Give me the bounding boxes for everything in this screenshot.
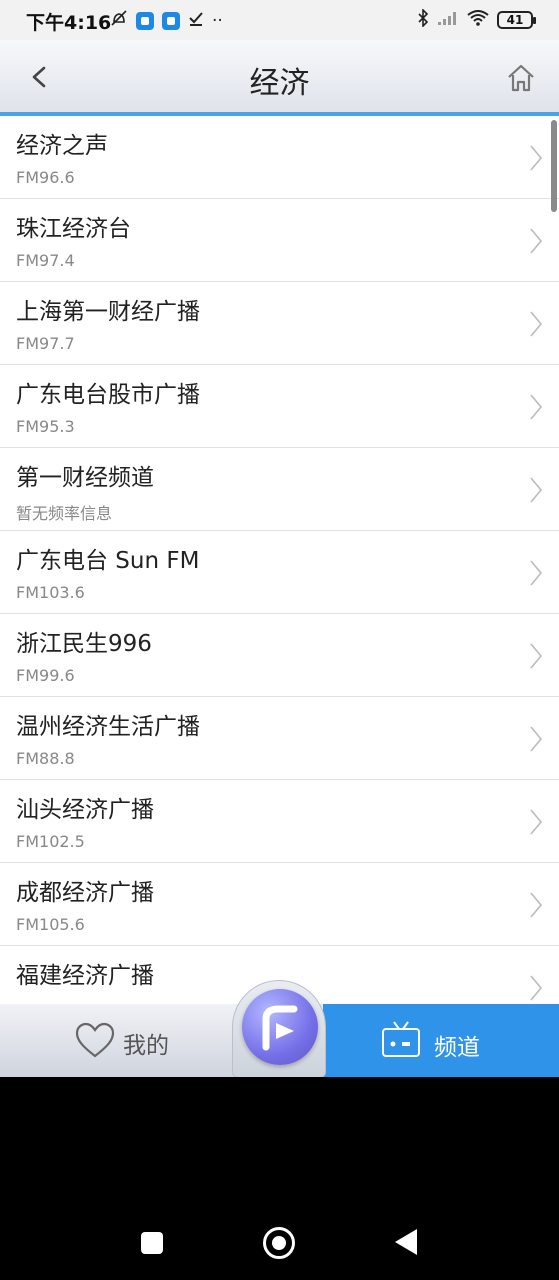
chevron-right-icon xyxy=(530,394,543,420)
status-notification-icons: ·· xyxy=(110,9,223,32)
app-notification-icon xyxy=(162,11,180,30)
station-row[interactable]: 第一财经频道 暂无频率信息 xyxy=(0,448,559,531)
station-name: 汕头经济广播 xyxy=(16,797,154,823)
tab-mine[interactable] xyxy=(0,1004,236,1077)
station-name: 浙江民生996 xyxy=(16,631,152,657)
muted-bell-icon xyxy=(110,9,128,32)
chevron-right-icon xyxy=(530,643,543,669)
tab-channel-label: 频道 xyxy=(434,1035,480,1061)
station-frequency: FM105.6 xyxy=(16,915,85,934)
chevron-right-icon xyxy=(530,477,543,503)
chevron-right-icon xyxy=(530,892,543,918)
radio-icon xyxy=(382,1021,420,1057)
station-name: 广东电台股市广播 xyxy=(16,382,200,408)
station-row[interactable]: 浙江民生996 FM99.6 xyxy=(0,614,559,697)
scrollbar[interactable] xyxy=(551,120,557,212)
wifi-icon xyxy=(467,10,489,30)
station-name: 经济之声 xyxy=(16,133,108,159)
home-button[interactable] xyxy=(505,62,537,94)
station-row[interactable]: 汕头经济广播 FM102.5 xyxy=(0,780,559,863)
bluetooth-icon xyxy=(417,8,429,31)
station-name: 广东电台 Sun FM xyxy=(16,548,200,574)
app-header: 经济 xyxy=(0,40,559,116)
station-frequency: FM97.4 xyxy=(16,251,75,270)
station-row[interactable]: 上海第一财经广播 FM97.7 xyxy=(0,282,559,365)
app-notification-icon xyxy=(136,11,154,30)
station-frequency: 暂无频率信息 xyxy=(16,504,113,523)
station-name: 成都经济广播 xyxy=(16,880,154,906)
chevron-right-icon xyxy=(530,809,543,835)
station-name: 上海第一财经广播 xyxy=(16,299,200,325)
station-name: 温州经济生活广播 xyxy=(16,714,200,740)
station-frequency: FM99.6 xyxy=(16,666,75,685)
page-title: 经济 xyxy=(249,66,310,101)
station-frequency: FM103.6 xyxy=(16,583,85,602)
chevron-right-icon xyxy=(530,975,543,1001)
chevron-right-icon xyxy=(530,145,543,171)
station-frequency: FM88.8 xyxy=(16,749,75,768)
signal-icon xyxy=(437,10,459,30)
station-row[interactable]: 广东电台股市广播 FM95.3 xyxy=(0,365,559,448)
chevron-right-icon xyxy=(530,726,543,752)
station-frequency: FM97.7 xyxy=(16,334,75,353)
chevron-right-icon xyxy=(530,560,543,586)
station-frequency: FM96.6 xyxy=(16,168,75,187)
station-row[interactable]: 珠江经济台 FM97.4 xyxy=(0,199,559,282)
station-row[interactable]: 广东电台 Sun FM FM103.6 xyxy=(0,531,559,614)
chevron-right-icon xyxy=(530,311,543,337)
home-icon xyxy=(508,64,534,92)
station-name: 第一财经频道 xyxy=(16,465,154,491)
heart-icon xyxy=(75,1022,115,1058)
status-time: 下午4:16 xyxy=(26,12,112,34)
app-logo-icon xyxy=(242,989,318,1065)
more-notifications-dots: ·· xyxy=(212,10,223,31)
tab-mine-label: 我的 xyxy=(123,1033,169,1059)
station-name: 福建经济广播 xyxy=(16,963,154,989)
home-nav-icon[interactable] xyxy=(263,1227,295,1259)
back-nav-icon[interactable] xyxy=(395,1229,417,1255)
battery-icon: 41 xyxy=(497,11,536,29)
center-player-button[interactable] xyxy=(232,980,326,1078)
recent-apps-icon[interactable] xyxy=(141,1232,163,1254)
station-list[interactable]: 经济之声 FM96.6 珠江经济台 FM97.4 上海第一财经广播 FM97.7… xyxy=(0,116,559,1004)
status-system-icons: 41 xyxy=(417,8,536,31)
station-frequency: FM95.3 xyxy=(16,417,75,436)
station-row[interactable]: 温州经济生活广播 FM88.8 xyxy=(0,697,559,780)
station-frequency: FM102.5 xyxy=(16,832,85,851)
station-name: 珠江经济台 xyxy=(16,216,131,242)
status-bar: 下午4:16 ·· 41 xyxy=(0,0,559,40)
station-row[interactable]: 经济之声 FM96.6 xyxy=(0,116,559,199)
download-done-icon xyxy=(188,9,204,32)
chevron-right-icon xyxy=(530,228,543,254)
station-row[interactable]: 成都经济广播 FM105.6 xyxy=(0,863,559,946)
system-nav-bar xyxy=(0,1077,559,1280)
